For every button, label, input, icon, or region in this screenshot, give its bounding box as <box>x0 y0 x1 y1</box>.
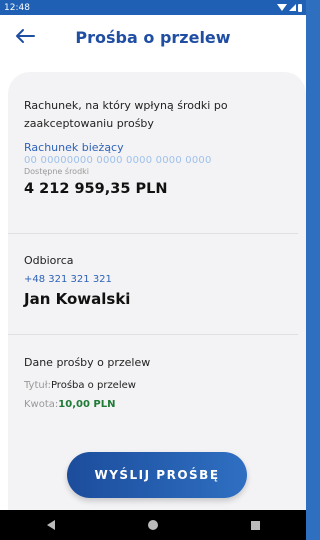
nav-recent-apps-icon[interactable] <box>250 520 260 530</box>
request-title-key: Tytuł: <box>24 380 51 391</box>
status-bar: 12:48 <box>0 0 306 15</box>
nav-home-icon[interactable] <box>147 520 158 530</box>
account-section: Rachunek, na który wpłyną środki po zaak… <box>24 97 294 197</box>
request-amount-key: Kwota: <box>24 399 59 410</box>
system-navigation-bar <box>0 510 306 540</box>
available-funds-amount: 4 212 959,35 PLN <box>24 181 168 197</box>
recipient-name: Jan Kowalski <box>24 290 131 308</box>
page-title: Prośba o przelew <box>75 28 231 47</box>
back-button[interactable] <box>12 23 38 49</box>
request-title-value: Prośba o przelew <box>50 380 136 391</box>
signal-icon <box>289 4 296 11</box>
available-funds-label: Dostępne środki <box>24 167 90 176</box>
status-icons <box>277 3 302 12</box>
request-amount-row: Kwota:10,00 PLN <box>24 399 284 410</box>
send-request-button[interactable]: WYŚLIJ PROŚBĘ <box>67 452 247 498</box>
divider <box>8 233 298 234</box>
battery-icon <box>298 3 302 12</box>
request-details-section: Dane prośby o przelew Tytuł:Prośba o prz… <box>24 354 284 410</box>
account-description: Rachunek, na który wpłyną środki po zaak… <box>24 99 228 130</box>
divider <box>8 334 298 335</box>
request-details-label: Dane prośby o przelew <box>24 356 151 369</box>
recipient-phone: +48 321 321 321 <box>24 274 112 285</box>
wifi-icon <box>277 4 287 11</box>
account-name[interactable]: Rachunek bieżący <box>24 141 294 154</box>
status-time: 12:48 <box>4 2 30 13</box>
arrow-left-icon <box>16 29 35 43</box>
recipient-section: Odbiorca +48 321 321 321 Jan Kowalski <box>24 252 284 308</box>
nav-back-icon[interactable] <box>46 520 55 530</box>
request-title-row: Tytuł:Prośba o przelew <box>24 380 284 391</box>
account-number: 00 00000000 0000 0000 0000 0000 <box>24 155 212 166</box>
recipient-label: Odbiorca <box>24 254 74 267</box>
app-header: Prośba o przelew <box>0 15 306 60</box>
request-amount-value: 10,00 PLN <box>58 399 116 410</box>
